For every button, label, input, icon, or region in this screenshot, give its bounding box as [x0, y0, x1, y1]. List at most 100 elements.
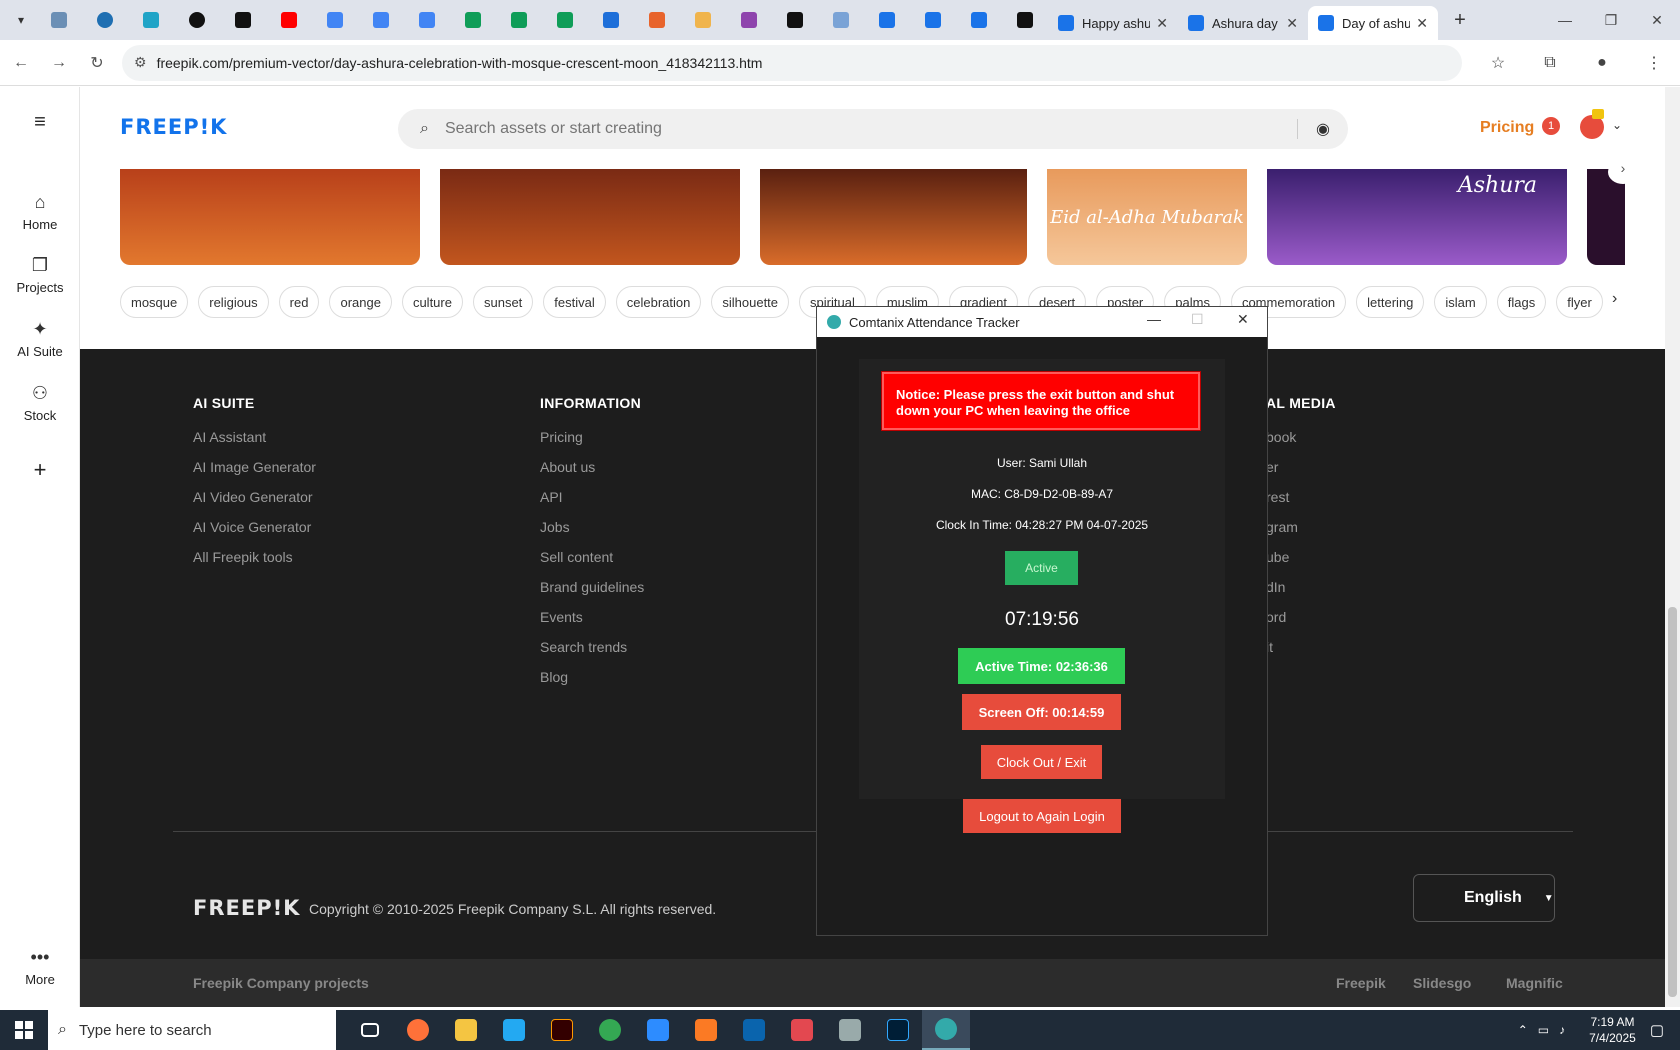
footer-link[interactable]: gram: [1266, 519, 1336, 535]
tag-chip[interactable]: flyer: [1556, 286, 1603, 318]
window-titlebar[interactable]: Comtanix Attendance Tracker — ☐ ✕: [817, 307, 1267, 337]
pinned-tab[interactable]: [496, 0, 542, 40]
close-tab-icon[interactable]: ✕: [1286, 15, 1298, 32]
footer-logo[interactable]: FREEP!K: [193, 896, 300, 920]
pinned-tab[interactable]: [726, 0, 772, 40]
footer-link[interactable]: AI Image Generator: [193, 459, 316, 475]
xampp-icon[interactable]: [682, 1010, 730, 1050]
minimize-icon[interactable]: —: [1147, 311, 1161, 327]
pinned-tab[interactable]: [1002, 0, 1048, 40]
clock-out-button[interactable]: Clock Out / Exit: [981, 745, 1102, 779]
pen-tool-icon[interactable]: [826, 1010, 874, 1050]
footer-link[interactable]: All Freepik tools: [193, 549, 316, 565]
browser-tab[interactable]: Happy ashu ✕: [1048, 6, 1178, 40]
pricing-link[interactable]: Pricing: [1480, 119, 1534, 137]
chevron-down-icon[interactable]: ⌄: [1612, 118, 1622, 132]
tab-search-chevron-icon[interactable]: ▾: [6, 6, 36, 34]
footer-link[interactable]: AI Voice Generator: [193, 519, 316, 535]
photoshop-icon[interactable]: [874, 1010, 922, 1050]
firefox-icon[interactable]: [394, 1010, 442, 1050]
browser-tab[interactable]: Ashura day ✕: [1178, 6, 1308, 40]
footer-link[interactable]: it: [1266, 639, 1336, 655]
footer-link[interactable]: book: [1266, 429, 1336, 445]
tag-chip[interactable]: red: [278, 286, 320, 318]
pinned-tab[interactable]: [588, 0, 634, 40]
sidebar-item-home[interactable]: ⌂ Home: [0, 192, 80, 232]
freepik-logo[interactable]: FREEP!K: [120, 115, 227, 139]
url-bar[interactable]: ⚙ freepik.com/premium-vector/day-ashura-…: [122, 44, 1462, 81]
illustrator-icon[interactable]: [538, 1010, 586, 1050]
volume-icon[interactable]: ♪: [1559, 1023, 1565, 1037]
pinned-tab[interactable]: [910, 0, 956, 40]
footer-link[interactable]: er: [1266, 459, 1336, 475]
browser-menu-icon[interactable]: ⋮: [1628, 45, 1680, 81]
minimize-icon[interactable]: —: [1542, 0, 1588, 40]
bookmark-star-icon[interactable]: ☆: [1472, 45, 1524, 81]
pinned-tab[interactable]: [220, 0, 266, 40]
thumbnail-card[interactable]: Ashura: [1267, 169, 1567, 265]
pinned-tab[interactable]: [634, 0, 680, 40]
close-tab-icon[interactable]: ✕: [1416, 15, 1428, 32]
tag-chip[interactable]: celebration: [615, 286, 702, 318]
taskbar-clock[interactable]: 7:19 AM 7/4/2025: [1589, 1014, 1636, 1046]
attendance-tracker-taskbar-icon[interactable]: [922, 1010, 970, 1050]
file-explorer-icon[interactable]: [442, 1010, 490, 1050]
pinned-tab[interactable]: [450, 0, 496, 40]
pinned-tab[interactable]: [312, 0, 358, 40]
zoom-icon[interactable]: [634, 1010, 682, 1050]
thumbnail-card[interactable]: Eid al-Adha Mubarak: [1047, 169, 1247, 265]
pinned-tab[interactable]: [358, 0, 404, 40]
footer-link[interactable]: About us: [540, 459, 644, 475]
sidebar-item-stock[interactable]: ⚇ Stock: [0, 383, 80, 423]
search-input[interactable]: [444, 120, 1245, 138]
tag-chip[interactable]: culture: [401, 286, 463, 318]
sidebar-item-more[interactable]: ••• More: [0, 947, 80, 987]
footer-link[interactable]: Brand guidelines: [540, 579, 644, 595]
footer-link[interactable]: dIn: [1266, 579, 1336, 595]
taskbar-search[interactable]: ⌕ Type here to search: [48, 1010, 336, 1050]
show-hidden-icons-icon[interactable]: ⌃: [1518, 1023, 1528, 1037]
chrome-icon[interactable]: [586, 1010, 634, 1050]
add-icon[interactable]: +: [0, 457, 80, 483]
footer-link[interactable]: AI Video Generator: [193, 489, 316, 505]
reload-icon[interactable]: ↻: [80, 45, 114, 81]
pinned-tab[interactable]: [772, 0, 818, 40]
creative-cloud-icon[interactable]: [778, 1010, 826, 1050]
footer-link[interactable]: rest: [1266, 489, 1336, 505]
project-link[interactable]: Freepik: [1336, 975, 1386, 991]
footer-link[interactable]: ube: [1266, 549, 1336, 565]
tag-chip[interactable]: religious: [198, 286, 269, 318]
tag-chip[interactable]: lettering: [1356, 286, 1425, 318]
thumbnails-next-icon[interactable]: ›: [1608, 160, 1638, 184]
tag-chip[interactable]: sunset: [472, 286, 534, 318]
task-view-icon[interactable]: [346, 1010, 394, 1050]
language-select[interactable]: English ▼: [1413, 874, 1555, 922]
profile-avatar[interactable]: ●: [1576, 45, 1628, 81]
sidebar-item-ai-suite[interactable]: ✦ AI Suite: [0, 319, 80, 359]
pinned-tab[interactable]: [174, 0, 220, 40]
outlook-icon[interactable]: [730, 1010, 778, 1050]
scrollbar-thumb[interactable]: [1668, 607, 1677, 997]
sidebar-item-projects[interactable]: ❐ Projects: [0, 255, 80, 295]
pinned-tab[interactable]: [956, 0, 1002, 40]
pinned-tab[interactable]: [36, 0, 82, 40]
start-button[interactable]: [0, 1010, 48, 1050]
project-link[interactable]: Magnific: [1506, 975, 1563, 991]
pinned-tab[interactable]: [404, 0, 450, 40]
restore-icon[interactable]: ❐: [1588, 0, 1634, 40]
close-tab-icon[interactable]: ✕: [1156, 15, 1168, 32]
footer-link[interactable]: Jobs: [540, 519, 644, 535]
close-window-icon[interactable]: ✕: [1634, 0, 1680, 40]
tag-chip[interactable]: islam: [1434, 286, 1487, 318]
pinned-tab[interactable]: [818, 0, 864, 40]
footer-link[interactable]: ord: [1266, 609, 1336, 625]
thumbnail-card[interactable]: [760, 169, 1027, 265]
browser-tab-active[interactable]: Day of ashu ✕: [1308, 6, 1438, 40]
footer-link[interactable]: Events: [540, 609, 644, 625]
pinned-tab[interactable]: [680, 0, 726, 40]
pinned-tab[interactable]: [864, 0, 910, 40]
project-link[interactable]: Slidesgo: [1413, 975, 1471, 991]
thumbnail-card[interactable]: [120, 169, 420, 265]
site-info-icon[interactable]: ⚙: [134, 54, 147, 71]
new-tab-button[interactable]: +: [1444, 4, 1476, 36]
